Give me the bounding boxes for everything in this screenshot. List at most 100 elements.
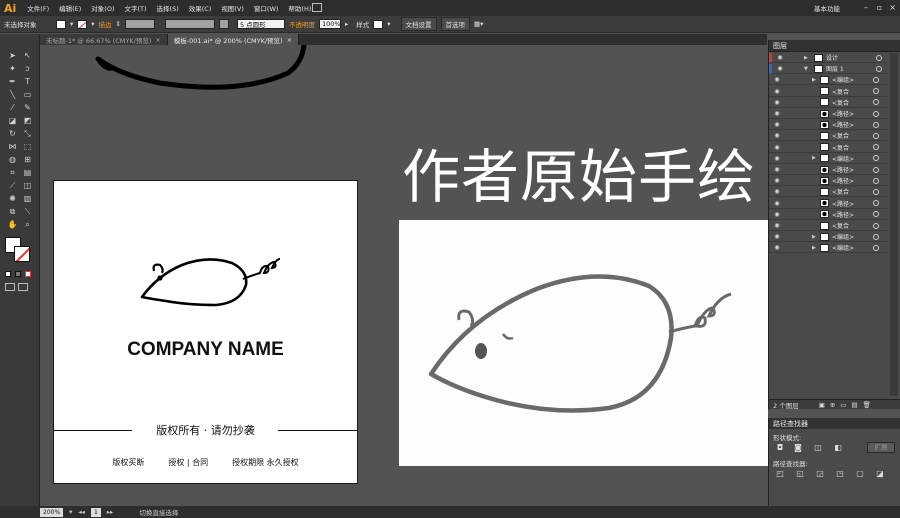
target-circle-icon[interactable] bbox=[876, 54, 882, 61]
layers-scrollbar[interactable] bbox=[890, 53, 898, 396]
layer-row[interactable]: ◉ <复合 bbox=[769, 87, 887, 97]
close-icon[interactable]: × bbox=[155, 36, 160, 44]
target-circle-icon[interactable] bbox=[873, 132, 879, 139]
draw-mode-icon[interactable] bbox=[5, 283, 15, 291]
zoom-level[interactable]: 200% bbox=[40, 507, 64, 517]
preferences-button[interactable]: 首选项 bbox=[440, 17, 471, 31]
rotate-tool-icon[interactable]: ↻ bbox=[6, 129, 19, 139]
stroke-label[interactable]: 描边 bbox=[99, 19, 112, 29]
blob-brush-icon[interactable]: ◪ bbox=[6, 116, 19, 126]
chevron-down-icon[interactable]: ▾ bbox=[91, 20, 94, 28]
document-setup-button[interactable]: 文档设置 bbox=[400, 17, 437, 31]
target-circle-icon[interactable] bbox=[873, 144, 879, 151]
hand-tool-icon[interactable]: ✋ bbox=[6, 220, 19, 230]
layer-row[interactable]: ◉ ▶ <编组> bbox=[769, 75, 887, 86]
layer-row[interactable]: ◉ <复合 bbox=[769, 221, 887, 231]
minimize-icon[interactable]: – bbox=[864, 3, 868, 12]
eyedropper-icon[interactable]: ⟋ bbox=[6, 181, 19, 191]
visibility-eye-icon[interactable]: ◉ bbox=[776, 65, 784, 72]
expand-triangle-icon[interactable]: ▶ bbox=[812, 155, 816, 161]
visibility-eye-icon[interactable]: ◉ bbox=[773, 99, 781, 106]
shape-builder-icon[interactable]: ◍ bbox=[6, 155, 19, 165]
layer-row[interactable]: ◉ ▶ <编组> bbox=[769, 154, 887, 164]
stroke-color-swatch[interactable] bbox=[14, 246, 30, 262]
opacity-input[interactable]: 100% bbox=[318, 19, 341, 29]
eraser-icon[interactable]: ◩ bbox=[21, 116, 34, 126]
stroke-swatch[interactable] bbox=[77, 19, 88, 29]
trim-icon[interactable]: ◱ bbox=[795, 470, 805, 478]
perspective-grid-icon[interactable]: ⊞ bbox=[21, 155, 34, 165]
visibility-eye-icon[interactable]: ◉ bbox=[773, 166, 781, 173]
gradient-tool-icon[interactable]: ▤ bbox=[21, 168, 34, 178]
layer-row[interactable]: ◉ <复合 bbox=[769, 143, 887, 153]
gradient-mode-icon[interactable] bbox=[15, 271, 21, 277]
layer-actions-icon[interactable]: ▣⊕▭▤🗑 bbox=[819, 401, 876, 409]
target-circle-icon[interactable] bbox=[873, 88, 879, 95]
pencil-tool-icon[interactable]: ✎ bbox=[21, 103, 34, 113]
tab-template[interactable]: 模板-001.ai* @ 200% (CMYK/预览) × bbox=[167, 34, 300, 45]
next-artboard-icon[interactable]: ▸▸ bbox=[107, 508, 114, 516]
color-mode-icon[interactable] bbox=[5, 271, 11, 277]
workspace-switcher[interactable]: 基本功能 bbox=[814, 3, 840, 13]
visibility-eye-icon[interactable]: ◉ bbox=[773, 222, 781, 229]
visibility-eye-icon[interactable]: ◉ bbox=[773, 144, 781, 151]
menu-window[interactable]: 窗口(W) bbox=[249, 3, 284, 13]
type-tool-icon[interactable]: T bbox=[21, 77, 34, 87]
chevron-down-icon[interactable]: ▾ bbox=[387, 20, 390, 28]
stroke-weight-dropdown[interactable] bbox=[124, 19, 155, 29]
brush-dropdown[interactable]: 5 点圆形 bbox=[236, 19, 285, 29]
prev-artboard-icon[interactable]: ◂◂ bbox=[78, 508, 85, 516]
graph-tool-icon[interactable]: ▥ bbox=[21, 194, 34, 204]
maximize-icon[interactable]: ▫ bbox=[877, 3, 882, 12]
blend-tool-icon[interactable]: ◫ bbox=[21, 181, 34, 191]
expand-triangle-icon[interactable]: ▶ bbox=[812, 234, 816, 240]
layer-row[interactable]: ◉ <路径> bbox=[769, 120, 887, 131]
menu-effect[interactable]: 效果(C) bbox=[184, 3, 217, 13]
width-tool-icon[interactable]: ⋈ bbox=[6, 142, 19, 152]
expand-triangle-icon[interactable]: ▶ bbox=[804, 55, 808, 61]
target-circle-icon[interactable] bbox=[873, 188, 879, 195]
visibility-eye-icon[interactable]: ◉ bbox=[776, 54, 784, 61]
layer-row[interactable]: ◉ <路径> bbox=[769, 176, 887, 187]
chevron-down-icon[interactable]: ▾ bbox=[69, 508, 72, 516]
lasso-icon[interactable]: ↄ bbox=[21, 64, 34, 74]
chevron-down-icon[interactable] bbox=[218, 19, 229, 29]
target-circle-icon[interactable] bbox=[873, 211, 879, 218]
layer-row[interactable]: ◉ <复合 bbox=[769, 98, 887, 108]
target-circle-icon[interactable] bbox=[873, 222, 879, 229]
target-circle-icon[interactable] bbox=[876, 65, 882, 72]
scale-tool-icon[interactable]: ⤡ bbox=[21, 129, 34, 139]
layer-row[interactable]: ◉ <路径> bbox=[769, 165, 887, 175]
expand-button[interactable]: 扩展 bbox=[867, 442, 895, 453]
artboard[interactable]: COMPANY NAME 版权所有 · 请勿抄袭 版权买断 授权 | 合同 授权… bbox=[53, 180, 358, 484]
artboard-tool-icon[interactable]: ⧉ bbox=[6, 207, 19, 217]
merge-icon[interactable]: ◲ bbox=[815, 470, 825, 478]
layer-row[interactable]: ◉ <路径> bbox=[769, 210, 887, 220]
target-circle-icon[interactable] bbox=[873, 76, 879, 83]
exclude-icon[interactable]: ◧ bbox=[833, 444, 843, 452]
target-circle-icon[interactable] bbox=[873, 155, 879, 162]
visibility-eye-icon[interactable]: ◉ bbox=[773, 88, 781, 95]
layer-row[interactable]: ◉ ▼ 图层 1 bbox=[769, 64, 887, 75]
brush-tool-icon[interactable]: ⁄ bbox=[6, 103, 19, 113]
layer-row[interactable]: ◉ <路径> bbox=[769, 109, 887, 119]
stepper-icon[interactable]: ⇕ bbox=[116, 20, 121, 28]
target-circle-icon[interactable] bbox=[873, 166, 879, 173]
visibility-eye-icon[interactable]: ◉ bbox=[773, 155, 781, 162]
arrange-icon[interactable]: ▦▾ bbox=[474, 20, 483, 28]
variable-width-dropdown[interactable] bbox=[164, 19, 215, 29]
expand-triangle-icon[interactable]: ▶ bbox=[812, 77, 816, 83]
close-icon[interactable]: × bbox=[287, 36, 292, 44]
menu-object[interactable]: 对象(O) bbox=[86, 3, 119, 13]
layer-row[interactable]: ◉ <路径> bbox=[769, 199, 887, 209]
screen-mode-icon[interactable] bbox=[18, 283, 28, 291]
mesh-tool-icon[interactable]: ⌗ bbox=[6, 168, 19, 178]
visibility-eye-icon[interactable]: ◉ bbox=[773, 244, 781, 251]
menu-select[interactable]: 选择(S) bbox=[152, 3, 184, 13]
chevron-right-icon[interactable]: ▸ bbox=[345, 20, 348, 28]
visibility-eye-icon[interactable]: ◉ bbox=[773, 76, 781, 83]
direct-selection-tool-icon[interactable]: ↖ bbox=[21, 51, 34, 61]
visibility-eye-icon[interactable]: ◉ bbox=[773, 121, 781, 128]
target-circle-icon[interactable] bbox=[873, 121, 879, 128]
target-circle-icon[interactable] bbox=[873, 110, 879, 117]
